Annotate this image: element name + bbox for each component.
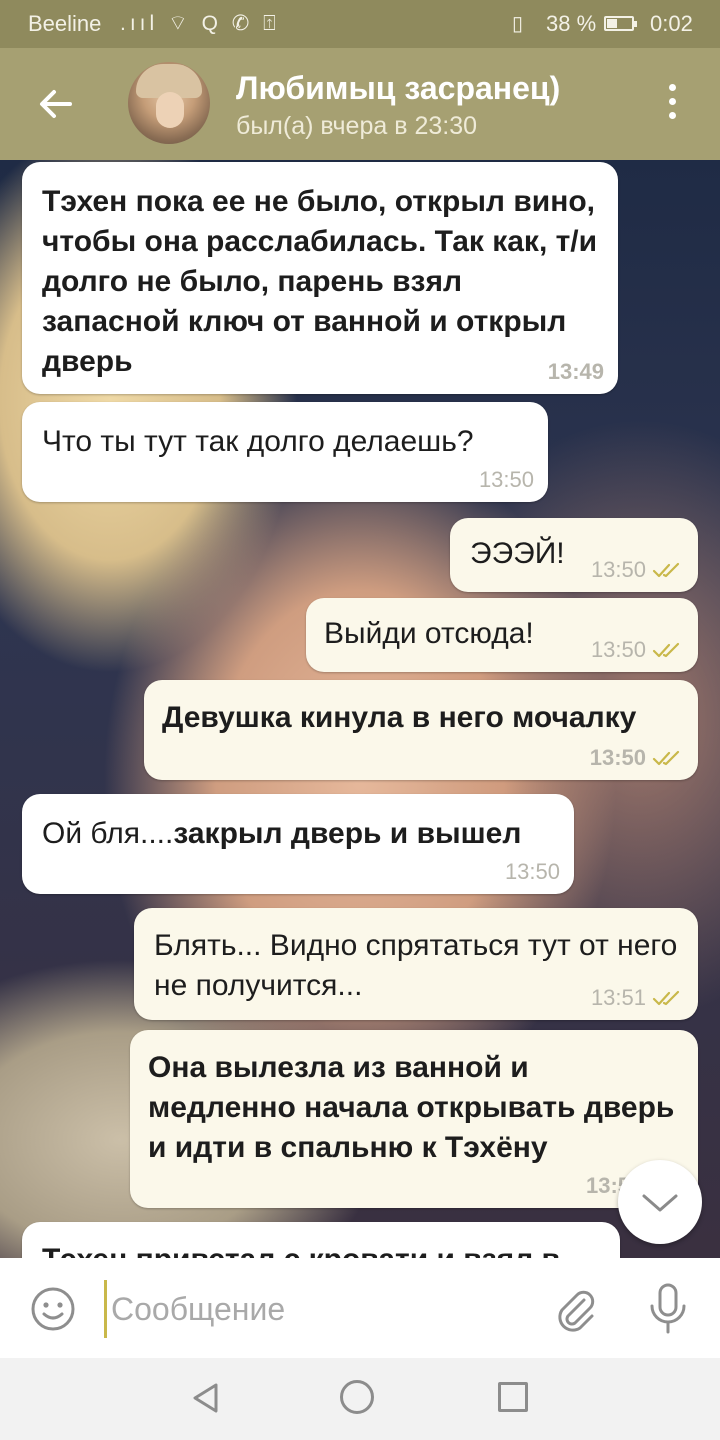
battery-icon xyxy=(604,16,637,31)
message-text: Что ты тут так долго делаешь? xyxy=(42,425,474,458)
paperclip-icon[interactable] xyxy=(552,1286,600,1334)
message-time: 13:50 xyxy=(590,557,646,582)
message-composer xyxy=(0,1258,720,1358)
android-nav-bar xyxy=(0,1358,720,1440)
message-bubble[interactable]: Что ты тут так долго делаешь? 13:50 xyxy=(22,402,548,502)
message-bubble[interactable]: Ой бля....закрыл дверь и вышел 13:50 xyxy=(22,794,574,894)
message-bubble[interactable]: Выйди отсюда! 13:50 xyxy=(306,598,698,672)
message-text: Ой бля....закрыл дверь и вышел xyxy=(42,817,522,850)
message-text: Тэхен пока ее не было, открыл вино, чтоб… xyxy=(42,185,598,378)
message-time: 13:51 xyxy=(590,985,646,1010)
battery-percent: 38 % xyxy=(546,11,597,36)
nav-back-icon[interactable] xyxy=(190,1382,222,1414)
message-bubble[interactable]: Блять... Видно спрятаться тут от него не… xyxy=(134,908,698,1020)
last-seen-status: был(а) вчера в 23:30 xyxy=(236,112,478,140)
message-bubble[interactable]: Тэхен привстал с кровати и взял в xyxy=(22,1222,620,1258)
chevron-down-icon xyxy=(642,1194,678,1212)
status-icons: .ııl ⌔ Q ✆ ⍐ xyxy=(120,12,280,35)
message-text: Тэхен привстал с кровати и взял в xyxy=(42,1240,600,1258)
message-input[interactable] xyxy=(104,1280,533,1338)
chat-message-list[interactable]: Тэхен пока ее не было, открыл вино, чтоб… xyxy=(0,160,720,1258)
message-bubble[interactable]: Тэхен пока ее не было, открыл вино, чтоб… xyxy=(22,162,618,394)
message-time: 13:50 xyxy=(504,859,560,884)
double-check-icon xyxy=(652,642,680,658)
double-check-icon xyxy=(652,990,680,1006)
carrier-name: Beeline xyxy=(28,11,102,36)
arrow-left-icon[interactable] xyxy=(34,82,78,126)
more-vertical-icon[interactable] xyxy=(660,84,684,128)
scroll-down-button[interactable] xyxy=(618,1160,702,1244)
message-text: Она вылезла из ванной и медленно начала … xyxy=(148,1051,675,1164)
message-time: 13:50 xyxy=(589,745,646,770)
message-time: 13:50 xyxy=(590,637,646,662)
message-bubble[interactable]: Она вылезла из ванной и медленно начала … xyxy=(130,1030,698,1208)
nav-home-icon[interactable] xyxy=(340,1380,374,1414)
chat-title[interactable]: Любимыц засранец) xyxy=(236,70,560,107)
status-bar: Beeline .ııl ⌔ Q ✆ ⍐ ▯ 38 % 0:02 xyxy=(0,0,720,48)
message-time: 13:49 xyxy=(547,359,604,384)
chat-header: Любимыц засранец) был(а) вчера в 23:30 xyxy=(0,48,720,160)
clock: 0:02 xyxy=(650,11,693,36)
smile-icon[interactable] xyxy=(30,1286,76,1332)
double-check-icon xyxy=(652,562,680,578)
double-check-icon xyxy=(652,750,680,766)
message-time: 13:50 xyxy=(478,467,534,492)
message-bubble[interactable]: Девушка кинула в него мочалку 13:50 xyxy=(144,680,698,780)
message-bubble[interactable]: ЭЭЭЙ! 13:50 xyxy=(450,518,698,592)
message-text: Девушка кинула в него мочалку xyxy=(162,701,637,734)
avatar[interactable] xyxy=(128,62,210,144)
microphone-icon[interactable] xyxy=(646,1282,690,1336)
vibrate-icon: ▯ xyxy=(512,13,524,35)
nav-recents-icon[interactable] xyxy=(498,1382,528,1412)
